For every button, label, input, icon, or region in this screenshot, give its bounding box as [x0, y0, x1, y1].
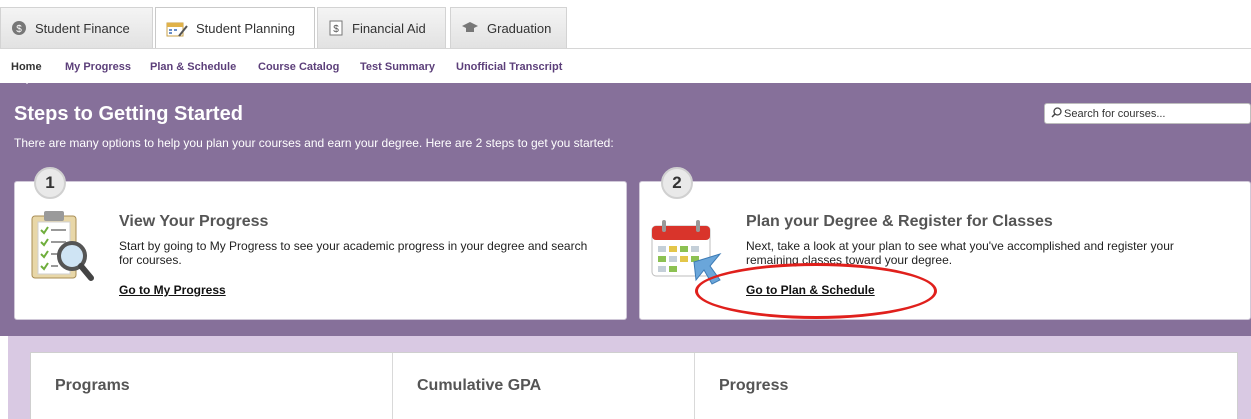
page-title: Steps to Getting Started	[14, 103, 243, 125]
calendar-arrow-icon	[650, 218, 722, 293]
step-title: Plan your Degree & Register for Classes	[746, 213, 1053, 230]
progress-column: Progress	[695, 353, 1237, 419]
step-card-plan-degree: Plan your Degree & Register for Classes …	[639, 181, 1251, 320]
tab-label: Student Planning	[196, 21, 296, 36]
course-search-box[interactable]	[1044, 103, 1251, 124]
column-header-progress: Progress	[719, 377, 789, 394]
subnav-unofficial-transcript[interactable]: Unofficial Transcript	[456, 61, 562, 73]
subnav-my-progress[interactable]: My Progress	[65, 61, 131, 73]
sub-navigation: Home My Progress Plan & Schedule Course …	[0, 48, 1251, 83]
tab-label: Student Finance	[35, 20, 130, 36]
programs-column: Programs	[31, 353, 393, 419]
subnav-course-catalog[interactable]: Course Catalog	[258, 61, 339, 73]
step-number-badge: 1	[34, 167, 66, 199]
dollar-bill-icon: $	[328, 20, 344, 36]
active-nav-pointer	[16, 74, 38, 84]
graduation-cap-icon	[461, 21, 479, 35]
step-description: Next, take a look at your plan to see wh…	[746, 239, 1174, 267]
tab-graduation[interactable]: Graduation	[450, 7, 567, 48]
checklist-magnifier-icon	[28, 208, 94, 293]
subnav-plan-schedule[interactable]: Plan & Schedule	[150, 61, 236, 73]
go-to-my-progress-link[interactable]: Go to My Progress	[119, 283, 226, 297]
column-header-cumulative-gpa: Cumulative GPA	[417, 377, 542, 394]
module-tab-bar: $ Student Finance Student Planning $ Fin…	[0, 0, 1251, 49]
gpa-column: Cumulative GPA	[393, 353, 695, 419]
subnav-test-summary[interactable]: Test Summary	[360, 61, 435, 73]
subnav-home[interactable]: Home	[11, 61, 42, 73]
svg-text:$: $	[333, 24, 339, 35]
getting-started-panel: Steps to Getting Started There are many …	[0, 83, 1251, 336]
step-description: Start by going to My Progress to see you…	[119, 239, 588, 267]
tab-student-finance[interactable]: $ Student Finance	[0, 7, 153, 48]
calendar-pen-icon	[166, 20, 188, 38]
search-input[interactable]	[1064, 107, 1244, 120]
tab-student-planning[interactable]: Student Planning	[155, 7, 315, 49]
academic-summary-table: Programs Cumulative GPA Progress	[30, 352, 1238, 419]
svg-text:$: $	[16, 24, 22, 35]
go-to-plan-schedule-link[interactable]: Go to Plan & Schedule	[746, 283, 875, 297]
column-header-programs: Programs	[55, 377, 130, 394]
tab-label: Graduation	[487, 20, 552, 36]
step-number-badge: 2	[661, 167, 693, 199]
search-icon	[1051, 105, 1062, 123]
coin-icon: $	[11, 20, 27, 36]
page-subtitle: There are many options to help you plan …	[14, 136, 614, 150]
tab-label: Financial Aid	[352, 20, 426, 36]
step-card-view-progress: View Your Progress Start by going to My …	[14, 181, 627, 320]
tab-financial-aid[interactable]: $ Financial Aid	[317, 7, 446, 48]
step-title: View Your Progress	[119, 213, 269, 230]
